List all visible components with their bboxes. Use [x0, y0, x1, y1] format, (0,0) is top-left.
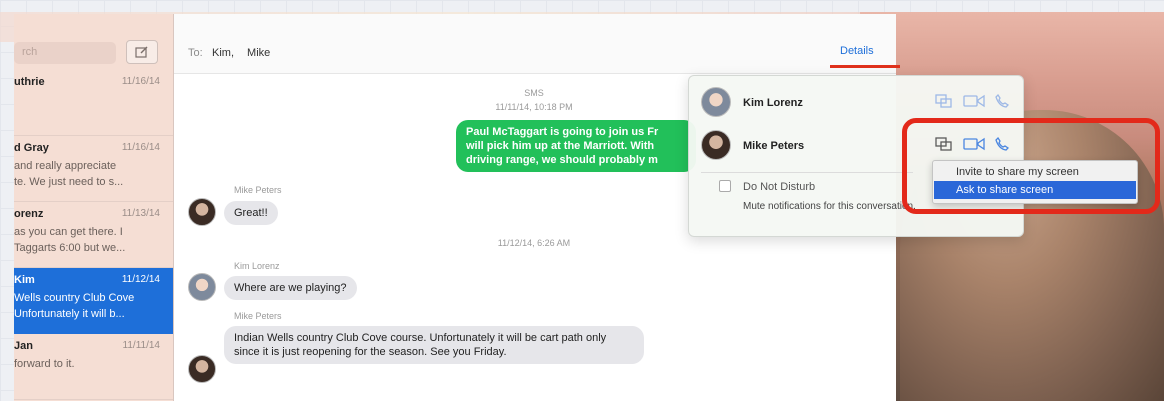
popover-divider	[701, 172, 913, 173]
conversation-name: d Gray	[14, 142, 49, 154]
recipient-names[interactable]: Kim, Mike	[212, 47, 270, 59]
conversation-sidebar: rch uthrie 11/16/14 d Gray 11/16/14 and …	[14, 14, 174, 401]
conversation-name: orenz	[14, 208, 44, 220]
conversation-name: Kim	[14, 274, 35, 286]
avatar-kim	[188, 273, 216, 301]
conversation-preview: forward to it.	[14, 358, 75, 370]
avatar-mike	[701, 130, 731, 160]
participant-actions	[935, 94, 1009, 108]
details-button[interactable]: Details	[840, 45, 874, 57]
incoming-message: Great!!	[224, 201, 278, 225]
avatar-mike	[188, 355, 216, 383]
participant-name: Mike Peters	[743, 140, 805, 152]
conversation-item[interactable]: orenz 11/13/14 as you can get there. I T…	[14, 202, 173, 268]
do-not-disturb-label: Do Not Disturb	[743, 181, 816, 193]
do-not-disturb-checkbox[interactable]	[719, 180, 731, 192]
recipient-bar: To: Kim, Mike Details	[174, 14, 900, 74]
compose-icon	[135, 46, 148, 58]
screen-share-icon[interactable]	[935, 94, 953, 108]
annotation-outline	[902, 118, 1160, 214]
sender-name: Mike Peters	[234, 311, 282, 321]
conversation-item[interactable]: d Gray 11/16/14 and really appreciate te…	[14, 136, 173, 202]
conversation-preview: Wells country Club Cove Unfortunately it…	[14, 292, 135, 320]
phone-call-icon[interactable]	[995, 94, 1009, 108]
conversation-name: Jan	[14, 340, 33, 352]
mute-notifications-text: Mute notifications for this conversation…	[743, 201, 916, 212]
message-timestamp: 11/11/14, 10:18 PM	[495, 102, 573, 112]
avatar-mike	[188, 198, 216, 226]
outgoing-message: Paul McTaggart is going to join us Fr wi…	[456, 120, 696, 172]
conversation-preview: and really appreciate te. We just need t…	[14, 160, 124, 188]
incoming-message: Where are we playing?	[224, 276, 357, 300]
sms-label: SMS	[524, 88, 544, 98]
video-call-icon[interactable]	[963, 94, 985, 108]
conversation-date: 11/12/14	[121, 274, 160, 285]
conversation-item[interactable]: uthrie 11/16/14	[14, 70, 173, 136]
to-label: To:	[188, 47, 203, 59]
compose-button[interactable]	[126, 40, 158, 64]
participant-name: Kim Lorenz	[743, 97, 803, 109]
conversation-preview: as you can get there. I Taggarts 6:00 bu…	[14, 226, 126, 254]
details-annotation-underline	[830, 65, 900, 68]
conversation-item[interactable]: Jan 11/11/14 forward to it.	[14, 334, 173, 400]
sender-name: Kim Lorenz	[234, 261, 280, 271]
message-timestamp: 11/12/14, 6:26 AM	[497, 238, 571, 248]
conversation-date: 11/16/14	[121, 76, 160, 87]
incoming-message: Indian Wells country Club Cove course. U…	[224, 326, 644, 364]
search-input[interactable]: rch	[14, 42, 116, 64]
conversation-date: 11/13/14	[121, 208, 160, 219]
conversation-item-selected[interactable]: Kim 11/12/14 Wells country Club Cove Unf…	[14, 268, 173, 334]
conversation-date: 11/11/14	[122, 340, 160, 351]
sender-name: Mike Peters	[234, 185, 282, 195]
avatar-kim	[701, 87, 731, 117]
conversation-date: 11/16/14	[121, 142, 160, 153]
conversation-name: uthrie	[14, 76, 45, 88]
